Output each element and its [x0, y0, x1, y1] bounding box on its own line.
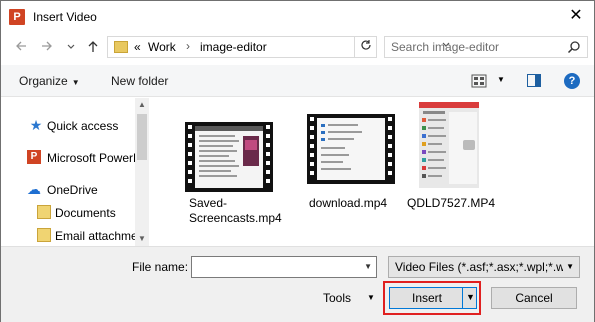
sidebar-item-label: OneDrive: [47, 183, 98, 197]
sidebar-item-label: Quick access: [47, 119, 119, 133]
command-toolbar: Organize ▼ New folder ▼ ?: [1, 65, 594, 97]
scroll-down-icon[interactable]: ▼: [135, 232, 149, 246]
dialog-title: Insert Video: [33, 10, 97, 24]
breadcrumb-overflow[interactable]: «: [134, 40, 141, 54]
new-folder-button[interactable]: New folder: [111, 74, 168, 88]
sidebar-item-label: Email attachments: [55, 229, 135, 243]
split-divider: [462, 288, 463, 308]
insert-label: Insert: [412, 291, 443, 305]
folder-icon: [114, 41, 128, 53]
sidebar-item-quick-access[interactable]: ★ Quick access: [1, 115, 135, 137]
breadcrumb-work[interactable]: Work: [148, 40, 176, 54]
powerpoint-icon: P: [27, 150, 41, 164]
preview-pane-icon[interactable]: [527, 74, 541, 87]
file-item-qdld7527[interactable]: QDLD7527.MP4: [407, 102, 513, 216]
sidebar-item-label: Documents: [55, 206, 116, 220]
sidebar-item-documents[interactable]: Documents: [1, 202, 135, 224]
refresh-button[interactable]: [355, 36, 377, 58]
forward-arrow-icon: [42, 41, 52, 51]
back-arrow-icon: [16, 41, 26, 51]
scroll-thumb[interactable]: [137, 114, 147, 160]
file-item-download[interactable]: download.mp4: [301, 106, 401, 216]
sidebar-item-onedrive[interactable]: ☁ OneDrive: [1, 179, 135, 201]
video-thumbnail-icon: [419, 102, 479, 188]
file-name-label: File name:: [132, 260, 189, 274]
folder-icon: [37, 228, 51, 242]
title-bar: P Insert Video ✕: [1, 1, 594, 33]
sidebar-item-email-attachments[interactable]: Email attachments: [1, 225, 135, 246]
help-icon[interactable]: ?: [564, 73, 580, 89]
file-item-saved-screencasts[interactable]: Saved- Screencasts.mp4: [183, 106, 283, 225]
file-list: Saved- Screencasts.mp4 download.mp4 QDLD…: [151, 98, 594, 246]
sidebar-item-label: Microsoft PowerPoint: [47, 151, 135, 165]
file-name-input[interactable]: ▼: [191, 256, 377, 278]
dialog-footer: File name: ▼ Video Files (*.asf;*.asx;*.…: [1, 246, 594, 322]
search-input[interactable]: Search image-editor: [384, 36, 588, 58]
insert-button[interactable]: Insert ▼: [389, 287, 477, 309]
file-type-selected: Video Files (*.asf;*.asx;*.wpl;*.wm: [395, 260, 563, 274]
chevron-down-icon[interactable]: ▼: [364, 262, 372, 271]
recent-locations-button[interactable]: [63, 39, 79, 57]
up-arrow-icon: [88, 41, 98, 52]
file-type-select[interactable]: Video Files (*.asf;*.asx;*.wpl;*.wm ▼: [388, 256, 580, 278]
navigation-pane: ★ Quick access P Microsoft PowerPoint ☁ …: [1, 98, 149, 246]
tools-dropdown-icon[interactable]: ▼: [367, 293, 375, 302]
file-name-line1: QDLD7527.MP4: [407, 196, 496, 210]
navigation-bar: « Work › image-editor Search image-edito…: [1, 33, 594, 63]
insert-dropdown-icon[interactable]: ▼: [466, 292, 475, 302]
address-bar[interactable]: « Work › image-editor: [107, 36, 450, 58]
organize-label: Organize: [19, 74, 68, 88]
refresh-icon: [360, 40, 371, 50]
chevron-down-icon: ▼: [566, 262, 574, 271]
tools-button[interactable]: Tools: [323, 291, 351, 305]
insert-video-dialog: P Insert Video ✕ « Work › image-editor S…: [0, 0, 595, 322]
chevron-down-icon: [67, 44, 75, 49]
video-thumbnail-icon: [307, 114, 395, 184]
star-icon: ★: [29, 117, 43, 133]
folder-icon: [37, 205, 51, 219]
caret-down-icon: ▼: [71, 78, 80, 87]
organize-button[interactable]: Organize ▼: [19, 74, 80, 88]
forward-button[interactable]: [39, 39, 55, 57]
powerpoint-icon: P: [9, 9, 25, 25]
navigation-scrollbar[interactable]: ▲ ▼: [135, 98, 149, 246]
video-thumbnail-icon: [185, 122, 273, 192]
sidebar-item-powerpoint[interactable]: P Microsoft PowerPoint: [1, 147, 135, 169]
scroll-up-icon[interactable]: ▲: [135, 98, 149, 112]
file-name-line1: Saved-: [189, 196, 228, 210]
cloud-icon: ☁: [27, 181, 41, 197]
search-placeholder: Search image-editor: [391, 40, 500, 54]
view-dropdown-button[interactable]: ▼: [497, 75, 505, 84]
file-name-line1: download.mp4: [309, 196, 388, 210]
breadcrumb-image-editor[interactable]: image-editor: [200, 40, 267, 54]
close-button[interactable]: ✕: [563, 5, 589, 27]
file-name-line2: Screencasts.mp4: [189, 211, 282, 225]
cancel-button[interactable]: Cancel: [491, 287, 577, 309]
view-options-icon[interactable]: [471, 74, 487, 88]
up-button[interactable]: [85, 39, 101, 57]
chevron-right-icon[interactable]: ›: [186, 39, 190, 53]
search-icon: [567, 41, 580, 54]
back-button[interactable]: [13, 39, 29, 57]
